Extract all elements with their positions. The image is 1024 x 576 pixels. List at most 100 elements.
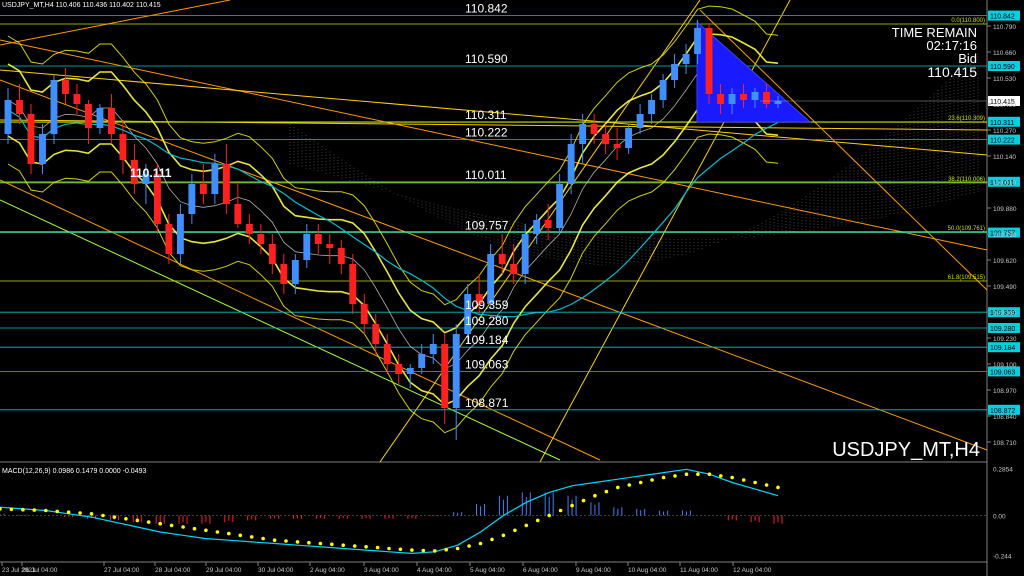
time-tick-label: 3 Aug 04:00 — [364, 567, 399, 574]
price-tick-label: 109.230 — [993, 336, 1017, 343]
time-tick-label: 12 Aug 04:00 — [733, 567, 772, 574]
fib-label: 38.2(110.006) — [948, 177, 985, 183]
price-tick-label: 109.880 — [993, 206, 1017, 213]
macd-signal-dot — [490, 537, 494, 542]
level-price-tag-text: 109.063 — [990, 369, 1015, 376]
macd-signal-dot — [215, 530, 220, 534]
macd-signal-dot — [284, 539, 288, 543]
candle-body — [257, 234, 265, 244]
candle-body — [498, 254, 506, 264]
price-tick-label: 108.970 — [993, 388, 1017, 395]
candle-body — [590, 124, 598, 134]
candle-body — [510, 264, 518, 274]
macd-signal-dot — [89, 512, 94, 516]
level-price-tag-text: 110.222 — [990, 138, 1015, 145]
candle-body — [211, 164, 219, 194]
macd-signal-dot — [66, 510, 71, 514]
candle-body — [50, 80, 58, 134]
time-tick-label: 28 Jul 04:00 — [155, 567, 191, 574]
candle-body — [487, 254, 495, 304]
macd-signal-dot — [352, 544, 357, 548]
price-tick-label: 109.100 — [993, 362, 1017, 369]
macd-signal-dot — [307, 540, 311, 545]
level-label: 109.359 — [465, 298, 509, 312]
candle-body — [751, 92, 759, 100]
macd-signal-dot — [696, 472, 700, 477]
annotation-label: 110.111 — [130, 166, 172, 180]
macd-signal-dot — [410, 548, 414, 552]
level-price-tag-text: 110.590 — [990, 64, 1015, 71]
chart-canvas[interactable]: 0.0(110.800) 23.6(110.309) 38.2(110.006) 50… — [0, 0, 1024, 576]
price-tick-label: 110.140 — [993, 154, 1016, 161]
macd-signal-dot — [135, 518, 140, 523]
candle-body — [314, 234, 322, 244]
price-tick-label: 110.270 — [993, 128, 1016, 135]
candle-body — [406, 368, 414, 374]
candle-body — [395, 364, 403, 374]
candle-body — [85, 104, 92, 128]
candle-body — [602, 134, 610, 144]
macd-signal-dot — [501, 533, 506, 538]
candle-body — [763, 92, 770, 104]
macd-signal-dot — [478, 541, 483, 546]
time-tick-label: 10 Aug 04:00 — [628, 567, 667, 574]
time-tick-label: 4 Aug 04:00 — [417, 567, 452, 574]
candle-body — [16, 100, 23, 114]
candle-body — [222, 164, 230, 204]
candle-body — [659, 80, 667, 100]
macd-signal-dot — [124, 517, 128, 521]
level-label: 110.311 — [465, 108, 507, 122]
time-tick-label: 9 Aug 04:00 — [576, 567, 611, 574]
candle-body — [544, 220, 552, 228]
time-tick-label: 29 Jul 04:00 — [206, 567, 242, 574]
macd-signal-dot — [616, 485, 620, 490]
macd-signal-dot — [192, 526, 197, 531]
macd-signal-dot — [604, 489, 609, 494]
candle-body — [429, 344, 437, 354]
candle-body — [349, 264, 357, 304]
macd-signal-dot — [55, 509, 59, 514]
candle-body — [27, 114, 35, 164]
candle-body — [441, 344, 449, 408]
price-tick-label: 110.010 — [993, 180, 1016, 187]
candle-body — [682, 54, 690, 64]
price-tick-label: 109.360 — [993, 310, 1017, 317]
price-tick-label: 110.530 — [993, 76, 1016, 83]
price-tick-label: 109.750 — [993, 232, 1017, 239]
macd-signal-dot — [467, 544, 471, 548]
macd-signal-dot — [387, 546, 391, 551]
macd-signal-dot — [581, 498, 586, 503]
macd-signal-dot — [181, 525, 185, 529]
candle-body — [567, 144, 575, 184]
macd-signal-dot — [318, 541, 323, 546]
level-label: 109.757 — [465, 219, 509, 233]
time-tick-label: 5 Aug 04:00 — [470, 567, 505, 574]
candle-body — [372, 324, 380, 344]
level-price-tag-text: 110.842 — [990, 14, 1015, 21]
macd-header: MACD(12,26,9) 0.0986 0.1479 0.0000 -0.04… — [2, 468, 146, 475]
candle-body — [337, 248, 345, 264]
macd-signal-dot — [547, 513, 551, 518]
candle-body — [671, 64, 679, 80]
level-label: 110.590 — [465, 52, 508, 66]
macd-signal-dot — [524, 523, 529, 528]
macd-signal-dot — [227, 531, 231, 536]
candle-body — [165, 224, 173, 254]
candle-body — [740, 94, 747, 100]
fib-label: 50.0(109.761) — [948, 226, 985, 232]
macd-signal-dot — [169, 523, 174, 528]
macd-signal-dot — [570, 503, 574, 508]
candle-body — [521, 234, 529, 274]
macd-signal-dot — [238, 533, 243, 538]
time-tick-label: 6 Aug 04:00 — [523, 567, 558, 574]
macd-signal-dot — [455, 546, 460, 551]
macd-signal-dot — [204, 528, 208, 533]
candle-body — [280, 264, 288, 284]
candle-body — [418, 354, 426, 368]
price-tick-label: 109.620 — [993, 258, 1017, 265]
macd-signal-dot — [673, 474, 677, 478]
macd-tick-label: 0.2854 — [993, 466, 1013, 473]
macd-signal-dot — [9, 507, 14, 512]
price-tick-label: 110.400 — [993, 102, 1016, 109]
macd-tick-label: -0.244 — [993, 554, 1012, 561]
